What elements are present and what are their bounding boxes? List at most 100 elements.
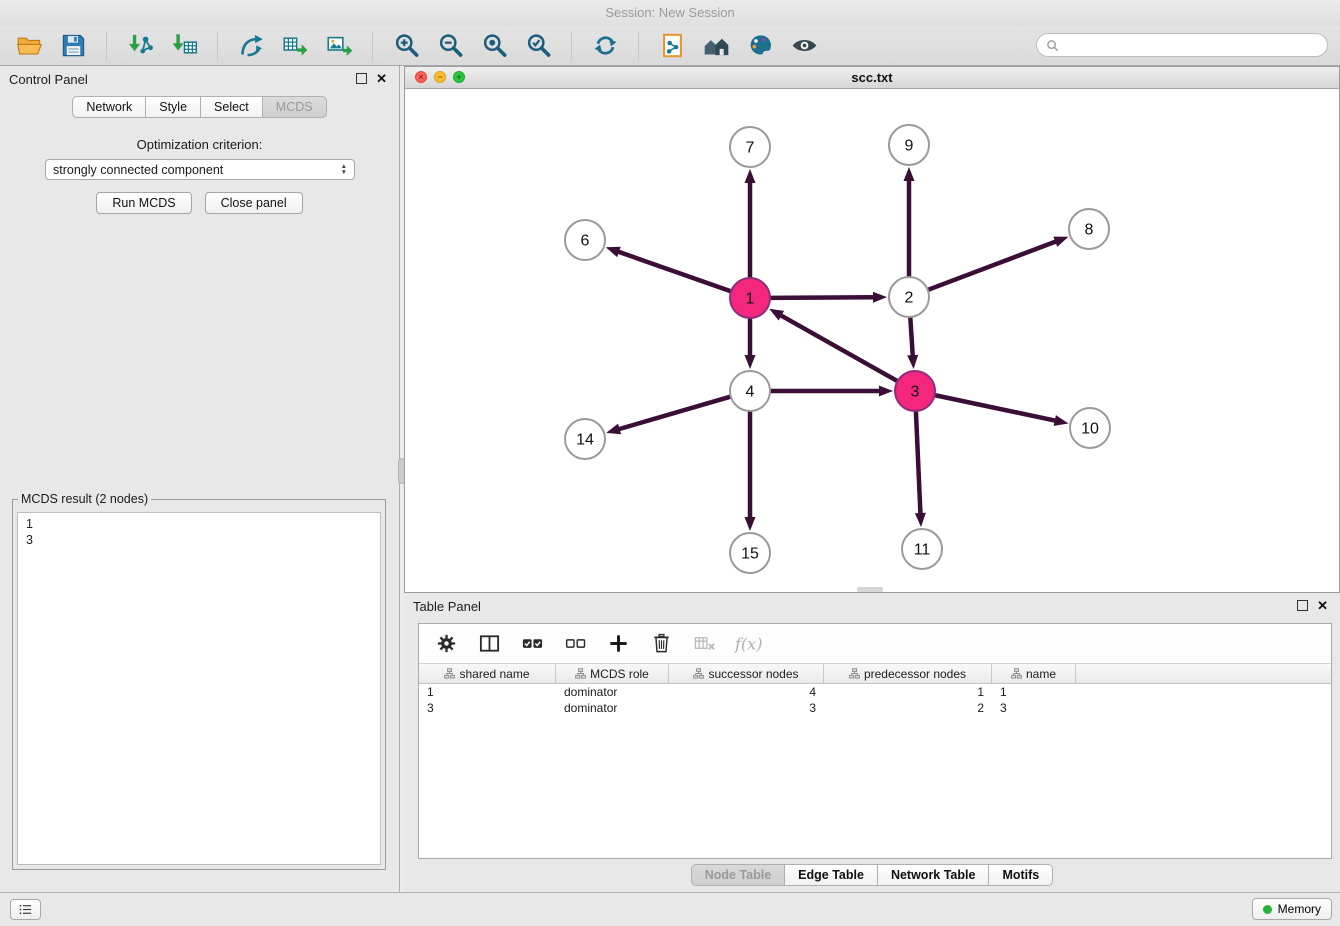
horizontal-splitter-handle[interactable] xyxy=(857,587,883,592)
table-cell[interactable]: 3 xyxy=(419,700,556,716)
columns-button[interactable] xyxy=(474,629,504,659)
edge-3-1[interactable] xyxy=(769,309,897,381)
edge-3-10[interactable] xyxy=(935,395,1069,426)
search-box[interactable] xyxy=(1036,33,1328,57)
import-network-button[interactable] xyxy=(121,29,159,63)
edge-4-14[interactable] xyxy=(606,397,731,435)
close-panel-icon[interactable]: ✕ xyxy=(1317,600,1328,611)
memory-button[interactable]: Memory xyxy=(1252,898,1332,920)
network-button[interactable] xyxy=(232,29,270,63)
tab-style[interactable]: Style xyxy=(146,96,201,118)
close-panel-icon[interactable]: ✕ xyxy=(376,73,387,84)
edge-1-2[interactable] xyxy=(770,292,887,303)
table-cell[interactable]: 2 xyxy=(824,700,992,716)
export-image-button[interactable] xyxy=(320,29,358,63)
column-header-successor-nodes[interactable]: successor nodes xyxy=(669,664,824,683)
close-window-icon[interactable]: × xyxy=(415,71,427,83)
mcds-result-title: MCDS result (2 nodes) xyxy=(18,492,151,506)
tab-node-table[interactable]: Node Table xyxy=(691,864,785,886)
float-panel-icon[interactable] xyxy=(356,73,367,84)
column-header-name[interactable]: name xyxy=(992,664,1076,683)
zoom-out-button[interactable] xyxy=(431,29,469,63)
node-14[interactable]: 14 xyxy=(565,419,605,459)
save-button[interactable] xyxy=(54,29,92,63)
edge-2-8[interactable] xyxy=(928,237,1069,290)
columns-icon xyxy=(478,632,501,655)
add-button[interactable] xyxy=(603,629,633,659)
edge-1-7[interactable] xyxy=(745,169,756,278)
edge-1-4[interactable] xyxy=(745,318,756,369)
edge-2-3[interactable] xyxy=(907,317,918,369)
node-15[interactable]: 15 xyxy=(730,533,770,573)
tab-mcds[interactable]: MCDS xyxy=(263,96,327,118)
tab-motifs[interactable]: Motifs xyxy=(989,864,1053,886)
node-label: 15 xyxy=(741,546,759,563)
import-table-button[interactable] xyxy=(165,29,203,63)
network-window-titlebar[interactable]: ×−+ scc.txt xyxy=(405,67,1339,89)
refresh-button[interactable] xyxy=(586,29,624,63)
result-item[interactable]: 3 xyxy=(26,532,380,548)
mcds-result-list[interactable]: 13 xyxy=(17,512,381,865)
result-item[interactable]: 1 xyxy=(26,516,380,532)
table-row[interactable]: 3dominator323 xyxy=(419,700,1331,716)
table-row[interactable]: 1dominator411 xyxy=(419,684,1331,700)
open-folder-button[interactable] xyxy=(10,29,48,63)
run-mcds-button[interactable]: Run MCDS xyxy=(96,192,191,214)
tab-select[interactable]: Select xyxy=(201,96,263,118)
edge-2-9[interactable] xyxy=(904,167,915,277)
node-11[interactable]: 11 xyxy=(902,529,942,569)
table-cell[interactable]: 4 xyxy=(669,684,824,700)
zoom-fit-button[interactable] xyxy=(475,29,513,63)
edge-1-6[interactable] xyxy=(606,247,731,292)
node-1[interactable]: 1 xyxy=(730,278,770,318)
node-7[interactable]: 7 xyxy=(730,127,770,167)
edge-4-15[interactable] xyxy=(745,411,756,531)
search-input[interactable] xyxy=(1064,37,1318,53)
home-button[interactable] xyxy=(697,29,735,63)
zoom-window-icon[interactable]: + xyxy=(453,71,465,83)
column-label: name xyxy=(1026,667,1056,681)
column-label: successor nodes xyxy=(708,667,798,681)
close-panel-button[interactable]: Close panel xyxy=(205,192,303,214)
export-table-button[interactable] xyxy=(276,29,314,63)
edge-3-11[interactable] xyxy=(915,411,926,527)
zoom-in-button[interactable] xyxy=(387,29,425,63)
node-8[interactable]: 8 xyxy=(1069,209,1109,249)
table-cell[interactable]: dominator xyxy=(556,700,669,716)
node-2[interactable]: 2 xyxy=(889,277,929,317)
deselect-all-button[interactable] xyxy=(560,629,590,659)
node-6[interactable]: 6 xyxy=(565,220,605,260)
clone-network-button[interactable] xyxy=(653,29,691,63)
table-cell[interactable]: 3 xyxy=(992,700,1076,716)
task-history-button[interactable] xyxy=(10,899,41,920)
optimization-criterion-dropdown[interactable]: strongly connected component ▲▼ xyxy=(45,159,355,180)
node-4[interactable]: 4 xyxy=(730,371,770,411)
column-header-predecessor-nodes[interactable]: predecessor nodes xyxy=(824,664,992,683)
column-header-mcds-role[interactable]: MCDS role xyxy=(556,664,669,683)
tab-network[interactable]: Network xyxy=(72,96,146,118)
table-cell[interactable]: 1 xyxy=(992,684,1076,700)
table-panel-tabs: Node TableEdge TableNetwork TableMotifs xyxy=(404,864,1340,886)
gear-button[interactable] xyxy=(431,629,461,659)
minimize-window-icon[interactable]: − xyxy=(434,71,446,83)
tab-edge-table[interactable]: Edge Table xyxy=(785,864,878,886)
column-header-shared-name[interactable]: shared name xyxy=(419,664,556,683)
trash-button[interactable] xyxy=(646,629,676,659)
network-graph[interactable]: 7 9 6 8 1 2 4 3 14 10 15 11 xyxy=(405,89,1339,592)
network-canvas[interactable]: 7 9 6 8 1 2 4 3 14 10 15 11 xyxy=(405,89,1339,592)
table-cell[interactable]: 3 xyxy=(669,700,824,716)
node-9[interactable]: 9 xyxy=(889,125,929,165)
style-button[interactable] xyxy=(741,29,779,63)
zoom-selected-button[interactable] xyxy=(519,29,557,63)
float-panel-icon[interactable] xyxy=(1297,600,1308,611)
select-all-button[interactable] xyxy=(517,629,547,659)
edge-4-3[interactable] xyxy=(770,386,893,397)
node-10[interactable]: 10 xyxy=(1070,408,1110,448)
eye-button[interactable] xyxy=(785,29,823,63)
table-cell[interactable]: 1 xyxy=(824,684,992,700)
dropdown-value: strongly connected component xyxy=(53,163,223,177)
table-cell[interactable]: 1 xyxy=(419,684,556,700)
node-3[interactable]: 3 xyxy=(895,371,935,411)
tab-network-table[interactable]: Network Table xyxy=(878,864,990,886)
table-cell[interactable]: dominator xyxy=(556,684,669,700)
